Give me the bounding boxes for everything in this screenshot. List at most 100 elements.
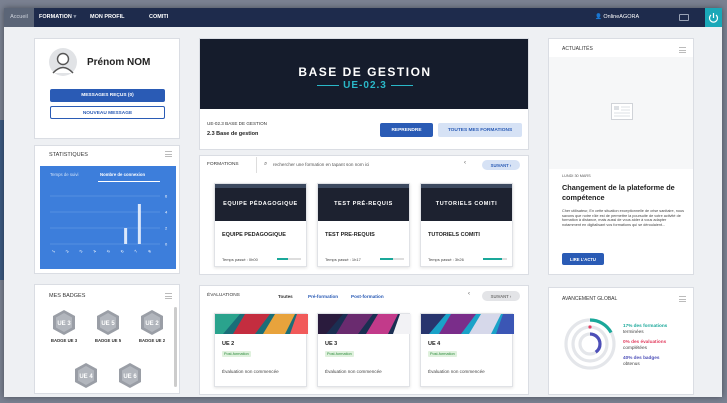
- read-news-button[interactable]: LIRE L'ACTU: [562, 253, 604, 265]
- user-icon: 👤: [595, 14, 602, 20]
- filter-post[interactable]: Post-formation: [351, 294, 384, 299]
- evaluations-card: ÉVALUATIONS Toutes Pré-formation Post-fo…: [199, 285, 529, 395]
- x-tick-label: 8: [147, 248, 153, 253]
- nav-formation[interactable]: FORMATION ▾: [39, 14, 76, 20]
- menu-icon[interactable]: [165, 151, 172, 157]
- nav-comiti[interactable]: COMITI: [149, 14, 168, 20]
- badge-icon[interactable]: UE 4: [74, 362, 98, 389]
- progress-ring-track: [571, 325, 609, 363]
- previous-arrow[interactable]: ‹: [468, 291, 470, 297]
- badge-icon[interactable]: UE 3: [52, 309, 76, 336]
- badge-icon[interactable]: UE 6: [118, 362, 142, 389]
- current-course-card: BASE DE GESTION UE-02.3 UE-02.3 BASE DE …: [199, 38, 529, 150]
- evaluation-card[interactable]: UE 4 Post-formation Évaluation non commenc…: [420, 313, 514, 387]
- image-placeholder-icon: [611, 103, 633, 120]
- badge-icon[interactable]: UE 5: [96, 309, 120, 336]
- nav-home[interactable]: Accueil: [4, 8, 34, 27]
- filter-pre[interactable]: Pré-formation: [308, 294, 338, 299]
- all-courses-button[interactable]: TOUTES MES FORMATIONS: [438, 123, 522, 137]
- menu-icon[interactable]: [165, 293, 172, 299]
- bar: [124, 228, 128, 244]
- course-name: TUTORIELS COMITI: [428, 232, 480, 238]
- time-spent: Temps passé : 0h00: [222, 257, 258, 262]
- power-button[interactable]: [705, 8, 722, 27]
- x-tick-label: 4: [92, 248, 98, 253]
- progress-rings: [564, 318, 616, 370]
- menu-icon[interactable]: [679, 47, 686, 53]
- mail-icon[interactable]: [679, 14, 689, 21]
- y-tick-label: 4: [165, 210, 168, 215]
- evaluation-name: UE 3: [325, 341, 338, 347]
- next-button[interactable]: SUIVANT ›: [482, 291, 520, 301]
- x-tick-label: 6: [119, 248, 125, 253]
- user-name: Prénom NOM: [87, 57, 151, 68]
- banner-subtitle: UE-02.3: [200, 80, 528, 91]
- power-icon: [708, 13, 719, 23]
- course-name: 2.3 Base de gestion: [207, 131, 259, 137]
- connections-chart: 0 2 4 6 1 2 3 4 5 6 7 8: [50, 194, 168, 254]
- evaluation-status: Évaluation non commencée: [222, 369, 279, 374]
- course-card[interactable]: TUTORIELS COMITI TUTORIELS COMITI Temps pa…: [420, 183, 513, 267]
- avatar: [49, 48, 77, 76]
- badge-icon[interactable]: UE 2: [140, 309, 164, 336]
- nav-profile[interactable]: MON PROFIL: [90, 14, 125, 20]
- badges-card: MES BADGES UE 3 BADGE UE 3 UE 5 BADGE UE 5 U…: [34, 284, 180, 394]
- x-tick-label: 5: [106, 248, 112, 253]
- y-tick-label: 0: [165, 242, 168, 247]
- course-card[interactable]: TEST PRÉ-REQUIS TEST PRE-REQUIS Temps pass…: [317, 183, 410, 267]
- previous-arrow[interactable]: ‹: [464, 160, 466, 166]
- filter-all[interactable]: Toutes: [278, 294, 293, 299]
- bar: [137, 204, 141, 244]
- course-card[interactable]: EQUIPE PÉDAGOGIQUE EQUIPE PEDAGOGIQUE Temp…: [214, 183, 307, 267]
- course-banner: EQUIPE PÉDAGOGIQUE: [215, 184, 306, 221]
- scrollbar[interactable]: [174, 307, 177, 387]
- evaluation-name: UE 4: [428, 341, 441, 347]
- news-title: ACTUALITÉS: [562, 46, 593, 52]
- progress-bar: [277, 258, 301, 260]
- progress-card: AVANCEMENT GLOBAL 17% des formations ter…: [548, 287, 694, 395]
- badge-code: UE 3: [57, 321, 71, 327]
- menu-icon[interactable]: [679, 296, 686, 302]
- x-tick-label: 7: [133, 248, 139, 253]
- progress-legend: 17% des formations terminées 0% des éval…: [623, 323, 667, 367]
- evaluation-banner: [421, 314, 514, 334]
- x-tick-label: 2: [64, 248, 70, 253]
- formations-label: terminées: [623, 329, 644, 334]
- profile-card: Prénom NOM MESSAGES REÇUS (0) NOUVEAU ME…: [34, 38, 180, 139]
- course-banner: BASE DE GESTION UE-02.3: [200, 39, 528, 109]
- evaluation-status: Évaluation non commencée: [428, 369, 485, 374]
- new-message-button[interactable]: NOUVEAU MESSAGE: [50, 106, 165, 119]
- news-image: [549, 57, 693, 169]
- time-spent: Temps passé : 1h17: [325, 257, 361, 262]
- stats-chart-area: Temps de suivi Nombre de connexion 02461…: [40, 166, 176, 269]
- evaluation-card[interactable]: UE 3 Post-formation Évaluation non commenc…: [317, 313, 411, 387]
- evaluation-tag: Post-formation: [222, 351, 251, 357]
- course-code: UE-02.3 BASE DE GESTION: [207, 121, 267, 126]
- search-input[interactable]: rechercher une formation en tapant son n…: [273, 162, 369, 167]
- messages-button[interactable]: MESSAGES REÇUS (0): [50, 89, 165, 102]
- top-navigation: Accueil FORMATION ▾ MON PROFIL COMITI 👤 …: [4, 8, 722, 27]
- course-banner: TUTORIELS COMITI: [421, 184, 512, 221]
- stats-title: STATISTIQUES: [49, 152, 88, 158]
- banner-title: BASE DE GESTION: [298, 65, 432, 79]
- progress-bar: [380, 258, 404, 260]
- badge-code: UE 2: [145, 321, 159, 327]
- evaluations-label: complétées: [623, 345, 647, 350]
- badge-label: BADGE UE 5: [94, 338, 122, 343]
- y-tick-label: 2: [165, 226, 168, 231]
- next-button[interactable]: SUIVANT ›: [482, 160, 520, 170]
- course-name: EQUIPE PEDAGOGIQUE: [222, 232, 286, 238]
- resume-button[interactable]: REPRENDRE: [380, 123, 433, 137]
- news-headline: Changement de la plateforme de compétenc…: [562, 183, 675, 202]
- formations-title: FORMATIONS: [207, 162, 239, 167]
- user-menu[interactable]: 👤 OnlineAGORA: [595, 14, 639, 20]
- news-body: Cher utilisateur, En cette situation exc…: [562, 209, 684, 228]
- search-icon: ⌕: [264, 161, 268, 167]
- chevron-down-icon: ▾: [73, 14, 77, 20]
- y-tick-label: 6: [165, 194, 168, 199]
- x-tick-label: 3: [78, 248, 84, 253]
- course-name: TEST PRE-REQUIS: [325, 232, 375, 238]
- evaluation-card[interactable]: UE 2 Post-formation Évaluation non commenc…: [214, 313, 308, 387]
- badge-code: UE 6: [123, 374, 137, 380]
- x-tick-label: 1: [51, 248, 57, 253]
